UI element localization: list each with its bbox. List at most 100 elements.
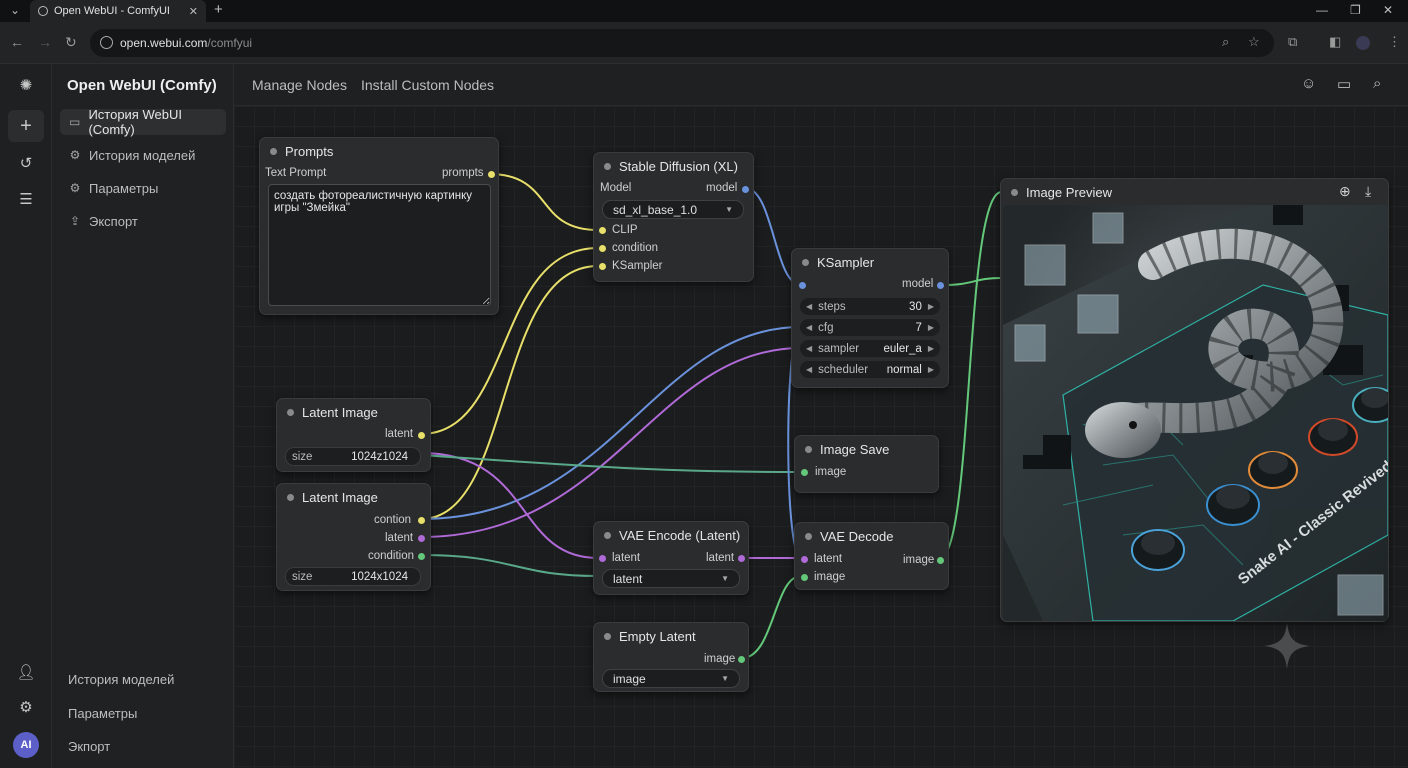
back-icon[interactable]: ← (10, 34, 24, 50)
restore-icon[interactable]: ❐ (1350, 3, 1361, 17)
sidebar-item-export[interactable]: ⇪ Экспорт (60, 208, 226, 234)
node-canvas[interactable]: Prompts Text Prompt prompts создать фото… (234, 106, 1408, 768)
size-widget[interactable]: size 1024x1024 (285, 567, 421, 586)
latent-output-label: latent (706, 552, 735, 564)
install-custom-nodes-link[interactable]: Install Custom Nodes (361, 77, 494, 93)
new-chat-button[interactable]: + (8, 110, 44, 142)
browser-titlebar: ⌄ Open WebUI - ComfyUI ✕ + — ❐ ✕ (0, 0, 1408, 22)
widget-value: 1024z1024 (351, 450, 408, 463)
latent-output-port[interactable] (418, 535, 425, 542)
zoom-in-icon[interactable]: ⊕ (1339, 183, 1351, 200)
widget-value: euler_a (883, 342, 922, 355)
generated-image[interactable]: Snake AI - Classic Revived (1003, 205, 1388, 621)
close-tab-icon[interactable]: ✕ (189, 5, 198, 18)
chevron-down-icon: ▼ (721, 574, 729, 583)
snake-image-illustration: Snake AI - Classic Revived (1003, 205, 1388, 621)
download-icon[interactable]: ⤓ (1365, 183, 1371, 200)
address-bar[interactable]: open.webui.com/comfyui (90, 29, 1274, 57)
steps-widget[interactable]: ◀ steps 30 ▶ (800, 298, 940, 315)
bookmark-star-icon[interactable]: ☆ (1248, 34, 1260, 50)
sidebar-item-parameters[interactable]: ⚙ Параметры (60, 175, 226, 201)
node-prompts[interactable]: Prompts Text Prompt prompts создать фото… (259, 137, 499, 315)
node-stable-diffusion[interactable]: Stable Diffusion (XL) Model model sd_xl_… (593, 152, 754, 282)
cfg-widget[interactable]: ◀ cfg 7 ▶ (800, 319, 940, 336)
clip-input-port[interactable] (599, 227, 606, 234)
condition-input-port[interactable] (599, 245, 606, 252)
ksampler-input-port[interactable] (599, 263, 606, 270)
image-select[interactable]: image ▼ (602, 669, 740, 688)
sidebar-item-webui-history[interactable]: ▭ История WebUI (Comfy) (60, 107, 226, 137)
sparkle-icon (1264, 623, 1310, 669)
node-image-save[interactable]: Image Save image (794, 435, 939, 493)
manage-nodes-link[interactable]: Manage Nodes (252, 77, 347, 93)
sidebar-item-label: История WebUI (Comfy) (88, 107, 182, 137)
model-output-port[interactable] (742, 186, 749, 193)
chat-icon[interactable]: ☰ (14, 187, 38, 211)
zoom-icon[interactable]: ⌕ (1222, 34, 1229, 50)
settings-gear-icon[interactable]: ⚙ (14, 695, 38, 719)
user-icon[interactable]: 👤︎ (14, 660, 38, 684)
tab-list-icon[interactable]: ⌄ (10, 3, 20, 17)
node-empty-latent[interactable]: Empty Latent image image ▼ (593, 622, 749, 692)
sampler-widget[interactable]: ◀ sampler euler_a ▶ (800, 340, 940, 357)
condition-output-port[interactable] (418, 553, 425, 560)
node-latent-image-2[interactable]: Latent Image contion latent condition si… (276, 483, 431, 591)
latent-input-port[interactable] (599, 555, 606, 562)
sidebar-bottom-parameters[interactable]: Параметры (68, 706, 137, 721)
ksampler-input-port[interactable] (799, 282, 806, 289)
node-title: KSampler (802, 255, 874, 270)
node-image-preview[interactable]: Image Preview ⊕ ⤓ Snake AI - Classic Rev… (1000, 178, 1389, 622)
user-icon[interactable]: ☺ (1301, 75, 1316, 92)
node-title-text: VAE Decode (820, 529, 894, 544)
prompts-output-port[interactable] (488, 171, 495, 178)
side-panel-icon[interactable]: ◧ (1329, 34, 1341, 50)
sidebar-bottom-model-history[interactable]: История моделей (68, 672, 174, 687)
image-output-label: image (903, 554, 935, 566)
prompt-textarea[interactable]: создать фотореалистичную картинку игры "… (268, 184, 491, 306)
reload-icon[interactable]: ↻ (65, 34, 77, 51)
export-icon: ⇪ (69, 214, 81, 228)
forward-icon[interactable]: → (38, 34, 52, 50)
folder-icon[interactable]: ▭ (1337, 75, 1351, 93)
chevron-down-icon: ▼ (725, 205, 733, 214)
image-output-port[interactable] (937, 557, 944, 564)
image-input-port[interactable] (801, 574, 808, 581)
latent-select[interactable]: latent ▼ (602, 569, 740, 588)
model-output-port[interactable] (937, 282, 944, 289)
image-output-port[interactable] (738, 656, 745, 663)
node-vae-decode[interactable]: VAE Decode latent image image (794, 522, 949, 590)
latent-output-port[interactable] (738, 555, 745, 562)
widget-name: size (292, 450, 313, 463)
wire-latent2-cfg (420, 326, 802, 520)
sidebar-item-label: Параметры (89, 180, 159, 196)
latent-input-port[interactable] (801, 556, 808, 563)
latent-output-port[interactable] (418, 432, 425, 439)
size-widget[interactable]: size 1024z1024 (285, 447, 421, 466)
model-output-label: model (706, 182, 738, 194)
avatar[interactable]: AI (13, 732, 39, 758)
scheduler-widget[interactable]: ◀ scheduler normal ▶ (800, 361, 940, 378)
profile-icon[interactable] (1356, 36, 1370, 50)
node-ksampler[interactable]: KSampler model ◀ steps 30 ▶ ◀ cfg 7 ▶ ◀ sampler… (791, 248, 949, 388)
sidebar-item-model-history[interactable]: ⚙ История моделей (60, 142, 226, 168)
wire-latent1-vaeenc (420, 452, 599, 559)
browser-tab[interactable]: Open WebUI - ComfyUI ✕ (30, 0, 206, 22)
search-icon[interactable]: ⌕ (1373, 75, 1381, 92)
openai-logo-icon[interactable]: ✺ (14, 73, 38, 97)
browser-menu-icon[interactable]: ⋮ (1388, 34, 1401, 50)
node-vae-encode[interactable]: VAE Encode (Latent) latent latent latent… (593, 521, 749, 595)
tab-title: Open WebUI - ComfyUI (54, 5, 170, 17)
new-tab-icon[interactable]: + (214, 1, 223, 18)
history-icon[interactable]: ↺ (14, 151, 38, 175)
close-window-icon[interactable]: ✕ (1383, 3, 1393, 17)
extensions-icon[interactable]: ⧉ (1288, 34, 1297, 50)
model-select-value: sd_xl_base_1.0 (613, 202, 698, 217)
image-input-port[interactable] (801, 469, 808, 476)
contion-output-label: contion (374, 514, 412, 526)
node-latent-image-1[interactable]: Latent Image latent size 1024z1024 (276, 398, 431, 472)
site-info-icon[interactable] (100, 36, 113, 49)
sidebar-bottom-export[interactable]: Экпорт (68, 739, 110, 754)
contion-output-port[interactable] (418, 517, 425, 524)
minimize-icon[interactable]: — (1316, 3, 1328, 17)
model-select[interactable]: sd_xl_base_1.0 ▼ (602, 200, 744, 219)
